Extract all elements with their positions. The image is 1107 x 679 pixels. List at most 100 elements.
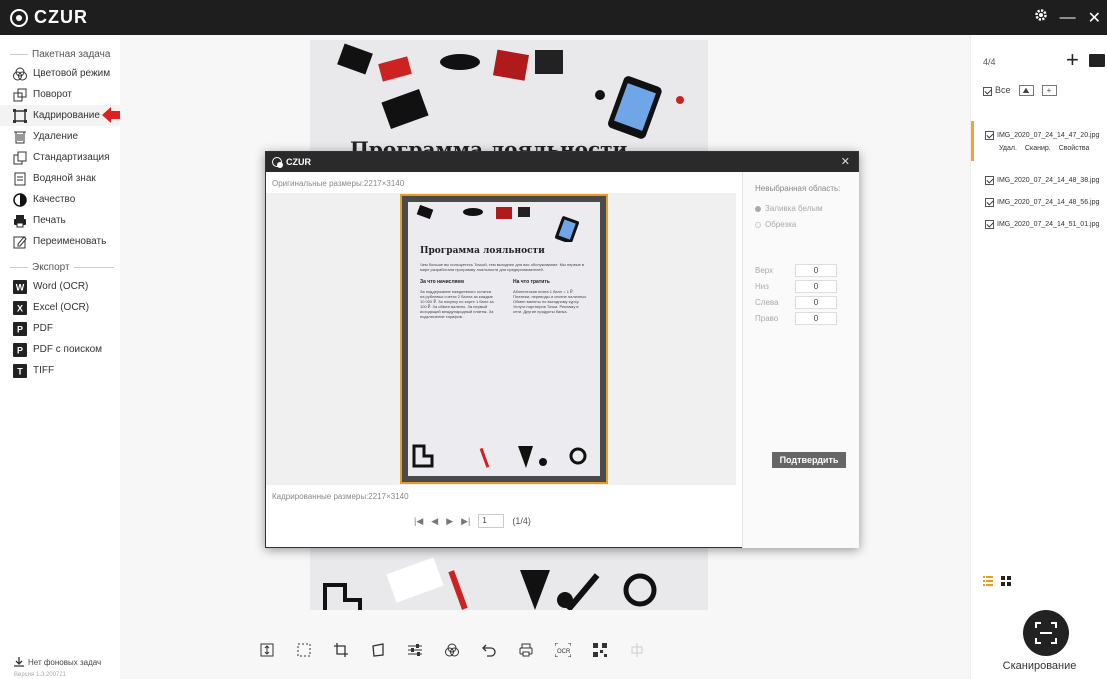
quality-icon xyxy=(12,192,27,207)
first-page-icon[interactable]: |◀ xyxy=(414,516,423,527)
confirm-button[interactable]: Подтвердить xyxy=(772,452,846,468)
file-name: IMG_2020_07_24_14_51_01.jpg xyxy=(997,220,1100,228)
file-item[interactable]: IMG_2020_07_24_14_48_56.jpg xyxy=(971,191,1107,213)
file-checkbox[interactable] xyxy=(985,175,994,185)
close-icon[interactable]: ✕ xyxy=(1088,8,1101,28)
svg-text:T: T xyxy=(17,366,23,376)
margin-label: Низ xyxy=(755,282,769,291)
export-item-pdf-с-поиском[interactable]: P PDF с поиском xyxy=(0,339,120,360)
sidebar-item-label: Водяной знак xyxy=(33,173,96,184)
export-item-label: Excel (OCR) xyxy=(33,302,90,313)
sidebar-item-color-mode[interactable]: Цветовой режим xyxy=(0,63,120,84)
last-page-icon[interactable]: ▶| xyxy=(461,516,470,527)
cropped-size-label: Кадрированные размеры:2217×3140 xyxy=(272,492,409,501)
batch-section-title: Пакетная задача xyxy=(0,45,120,63)
sidebar-item-standardize[interactable]: Стандартизация xyxy=(0,147,120,168)
grid-view-icon[interactable] xyxy=(1001,573,1011,591)
export-item-tiff[interactable]: T TIFF xyxy=(0,360,120,381)
scan-button[interactable] xyxy=(1023,610,1069,656)
file-item[interactable]: IMG_2020_07_24_14_51_01.jpg xyxy=(971,213,1107,235)
sidebar-item-label: Кадрирование xyxy=(33,110,100,121)
perspective-tool[interactable] xyxy=(359,638,396,662)
file-list: IMG_2020_07_24_14_47_20.jpg Удал. Сканир. С… xyxy=(971,121,1107,235)
margin-label: Слева xyxy=(755,298,779,307)
add-icon[interactable]: + xyxy=(1066,49,1079,71)
preview-col1-text: За поддержание ежедневного остатка на ру… xyxy=(420,289,494,319)
fit-height-tool[interactable] xyxy=(248,638,285,662)
export-format-icon: W xyxy=(12,279,27,294)
export-item-excel-ocr-[interactable]: X Excel (OCR) xyxy=(0,297,120,318)
list-view-icon[interactable] xyxy=(983,573,993,591)
export-item-label: PDF с поиском xyxy=(33,344,103,355)
image-filter-icon[interactable]: ⛰ xyxy=(1018,85,1034,96)
file-checkbox[interactable] xyxy=(985,219,994,229)
select-area-tool[interactable] xyxy=(285,638,322,662)
file-checkbox[interactable] xyxy=(985,130,994,140)
ocr-tool[interactable]: OCR xyxy=(544,638,581,662)
margin-field-3: Право 0 xyxy=(755,312,837,325)
sidebar-item-delete[interactable]: Удаление xyxy=(0,126,120,147)
selection-icon xyxy=(297,643,310,657)
file-checkbox[interactable] xyxy=(985,197,994,207)
filter-bar: Все ⛰ + xyxy=(983,85,1057,96)
adjust-tool[interactable] xyxy=(396,638,433,662)
sidebar-item-label: Поворот xyxy=(33,89,72,100)
sidebar-item-label: Удаление xyxy=(33,131,79,142)
margin-label: Верх xyxy=(755,266,774,275)
qr-code-icon xyxy=(592,643,607,657)
color-tool[interactable] xyxy=(433,638,470,662)
export-section-title: Экспорт xyxy=(0,258,120,276)
fit-height-icon xyxy=(260,643,273,657)
crop-radio[interactable]: Обрезка xyxy=(755,220,796,229)
dialog-close-icon[interactable]: ✕ xyxy=(841,155,850,168)
left-sidebar: Пакетная задача Цветовой режим Поворот Кад… xyxy=(0,35,124,679)
sidebar-item-rename[interactable]: Переименовать xyxy=(0,231,120,252)
prev-page-icon[interactable]: ◀ xyxy=(431,516,438,527)
next-page-icon[interactable]: ▶ xyxy=(446,516,453,527)
czur-logo-icon xyxy=(272,157,283,168)
sidebar-item-rotate[interactable]: Поворот xyxy=(0,84,120,105)
undo-tool[interactable] xyxy=(470,638,507,662)
background-tasks-status[interactable]: Нет фоновых задач xyxy=(14,657,101,667)
file-action-2[interactable]: Свойства xyxy=(1059,145,1090,152)
file-action-0[interactable]: Удал. xyxy=(999,145,1017,152)
sidebar-item-crop[interactable]: Кадрирование xyxy=(0,105,124,126)
preview-col2-title: На что тратить xyxy=(513,279,550,285)
crop-icon xyxy=(12,108,27,123)
export-item-word-ocr-[interactable]: W Word (OCR) xyxy=(0,276,120,297)
export-format-icon: P xyxy=(12,342,27,357)
split-icon xyxy=(631,643,642,657)
file-item[interactable]: IMG_2020_07_24_14_47_20.jpg Удал. Сканир. С… xyxy=(971,121,1107,161)
sidebar-item-print[interactable]: Печать xyxy=(0,210,120,231)
unselected-area-label: Невыбранная область: xyxy=(755,184,841,193)
margin-input[interactable]: 0 xyxy=(795,280,837,293)
export-format-icon: P xyxy=(12,321,27,336)
qr-tool[interactable] xyxy=(581,638,618,662)
page-number-input[interactable]: 1 xyxy=(478,514,505,528)
export-item-pdf[interactable]: P PDF xyxy=(0,318,120,339)
file-item[interactable]: IMG_2020_07_24_14_48_38.jpg xyxy=(971,169,1107,191)
margin-input[interactable]: 0 xyxy=(795,264,837,277)
sidebar-item-watermark[interactable]: Водяной знак xyxy=(0,168,120,189)
svg-text:W: W xyxy=(15,282,24,292)
select-all-checkbox[interactable]: Все xyxy=(983,85,1011,96)
sidebar-item-quality[interactable]: Качество xyxy=(0,189,120,210)
crop-frame[interactable]: Программа лояльности Чем больше вы польз… xyxy=(400,194,608,484)
crop-tool[interactable] xyxy=(322,638,359,662)
czur-logo-icon xyxy=(10,8,28,27)
print-tool[interactable] xyxy=(507,638,544,662)
add-filter-icon[interactable]: + xyxy=(1041,85,1057,96)
sidebar-item-label: Стандартизация xyxy=(33,152,110,163)
settings-gear-icon[interactable] xyxy=(1034,8,1048,27)
split-tool[interactable] xyxy=(618,638,655,662)
view-modes xyxy=(983,573,1011,591)
margin-input[interactable]: 0 xyxy=(795,296,837,309)
fill-white-radio[interactable]: Заливка белым xyxy=(755,204,823,213)
preview-document: Программа лояльности Чем больше вы польз… xyxy=(408,202,600,476)
folder-icon[interactable] xyxy=(1089,54,1105,67)
file-action-1[interactable]: Сканир. xyxy=(1025,145,1051,152)
export-item-label: PDF xyxy=(33,323,53,334)
minimize-icon[interactable]: — xyxy=(1060,9,1076,27)
app-brand: CZUR xyxy=(34,7,88,27)
margin-input[interactable]: 0 xyxy=(795,312,837,325)
